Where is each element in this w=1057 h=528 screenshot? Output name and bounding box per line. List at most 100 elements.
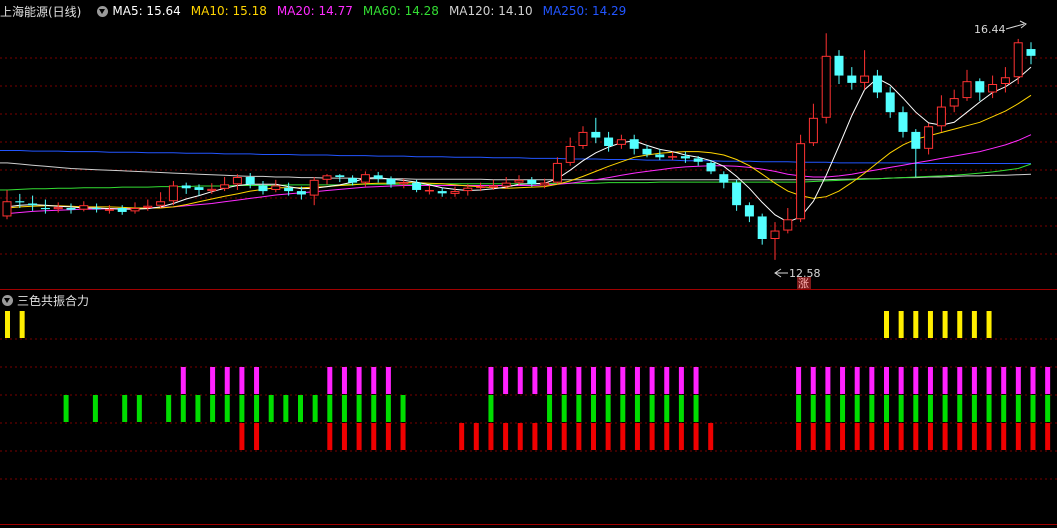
green-bar (971, 395, 977, 422)
indicator-title: 三色共振合力 (17, 293, 90, 308)
red-bar (576, 423, 582, 450)
magenta-bar (854, 367, 860, 394)
green-bar (195, 395, 201, 422)
candle-body-down (693, 158, 703, 162)
candle-body-down (885, 92, 895, 113)
green-bar (561, 395, 567, 422)
candle-body-down (706, 162, 716, 172)
candle-body-down (847, 75, 857, 83)
red-bar (473, 423, 479, 450)
magenta-bar (620, 367, 626, 394)
magenta-bar (884, 367, 889, 394)
green-bar (678, 395, 684, 422)
red-bar (942, 423, 948, 450)
magenta-bar (371, 367, 377, 394)
yellow-bar (884, 311, 889, 338)
magenta-bar (840, 367, 846, 394)
green-bar (210, 395, 216, 422)
magenta-bar (942, 367, 948, 394)
red-bar (371, 423, 377, 450)
red-bar (898, 423, 904, 450)
candle-body-down (28, 203, 38, 206)
green-bar (547, 395, 553, 422)
magenta-bar (693, 367, 699, 394)
magenta-bar (547, 367, 553, 394)
red-bar (649, 423, 655, 450)
ma-label: MA250: 14.29 (542, 4, 627, 18)
red-bar (591, 423, 596, 450)
red-bar (884, 423, 889, 450)
yellow-bar (986, 311, 992, 338)
indicator-dropdown-arrow-icon[interactable] (2, 294, 13, 306)
ma-label: MA5: 15.64 (112, 4, 181, 18)
magenta-bar (576, 367, 582, 394)
high-price-label: 16.44 (974, 23, 1006, 36)
candle-body-down (911, 131, 921, 149)
main-chart-header: 上海能源(日线) MA5: 15.64 MA10: 15.18 MA20: 14.7… (0, 1, 636, 21)
magenta-bar (605, 367, 611, 394)
red-bar (810, 423, 816, 450)
candle-body-up (578, 131, 588, 146)
candle-body-up (770, 230, 780, 240)
green-bar (239, 395, 245, 422)
green-bar (92, 395, 98, 422)
red-bar (1001, 423, 1007, 450)
candle-body-down (40, 208, 50, 210)
yellow-bar (971, 311, 977, 338)
green-bar (898, 395, 904, 422)
red-bar (1045, 423, 1051, 450)
candle-body-down (117, 208, 127, 212)
green-bar (854, 395, 860, 422)
red-bar (254, 423, 260, 450)
candle-body-down (412, 182, 422, 190)
candle-body-up (156, 201, 166, 206)
green-bar (122, 395, 128, 422)
green-bar (884, 395, 889, 422)
candle-body-down (744, 205, 754, 217)
red-bar (840, 423, 846, 450)
magenta-bar (986, 367, 992, 394)
magenta-bar (385, 367, 391, 394)
candle-body-up (821, 55, 831, 118)
candle-body-up (232, 177, 242, 185)
green-bar (840, 395, 846, 422)
magenta-bar (356, 367, 362, 394)
yellow-bar (19, 311, 25, 338)
green-bar (913, 395, 919, 422)
red-bar (678, 423, 684, 450)
green-bar (224, 395, 230, 422)
indicator-bars (5, 311, 1051, 450)
candle-body-up (796, 143, 806, 220)
magenta-bar (825, 367, 831, 394)
candle-body-down (348, 178, 358, 183)
candle-body-up (130, 208, 140, 212)
red-bar (1030, 423, 1036, 450)
red-bar (503, 423, 509, 450)
green-bar (927, 395, 933, 422)
green-bar (986, 395, 992, 422)
candle-body-up (783, 219, 793, 231)
candle-body-up (450, 191, 460, 194)
magenta-bar (561, 367, 567, 394)
ma250-line (7, 150, 1031, 164)
candle-body-up (399, 182, 409, 185)
grid-lines (0, 57, 1057, 525)
candle-body-up (143, 205, 153, 208)
magenta-bar (532, 367, 538, 394)
red-bar (517, 423, 523, 450)
red-bar (459, 423, 465, 450)
candle-body-up (501, 182, 511, 187)
yellow-bar (927, 311, 933, 338)
green-bar (268, 395, 274, 422)
magenta-bar (327, 367, 333, 394)
candle-body-up (962, 81, 972, 99)
dropdown-arrow-icon[interactable] (97, 5, 109, 17)
candle-body-down (898, 112, 908, 132)
candle-body-up (949, 98, 959, 107)
candle-body-down (655, 154, 665, 158)
ma-legend: MA5: 15.64 MA10: 15.18 MA20: 14.77 MA60: 14… (112, 4, 636, 18)
magenta-bar (210, 367, 216, 394)
candle-body-down (732, 182, 742, 206)
red-bar (561, 423, 567, 450)
magenta-bar (898, 367, 904, 394)
